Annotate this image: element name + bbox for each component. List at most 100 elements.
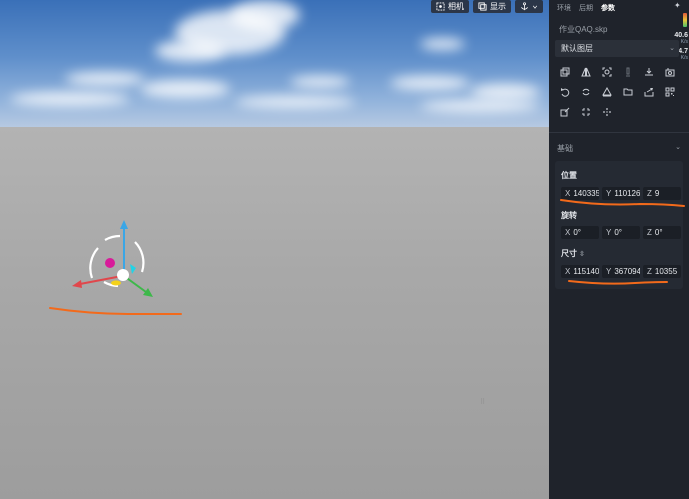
snap-icon [601,86,612,96]
rotation-z-axis-label: Z [647,228,652,237]
edit-icon [560,107,569,116]
rotation-y-field[interactable]: Y 0° [602,226,640,239]
qr-tool-button[interactable] [662,85,677,98]
camera-add-tool-button[interactable] [662,65,677,78]
qr-code-icon [665,87,674,96]
rotation-arc-top [104,234,121,241]
refresh-tool-button[interactable] [578,85,593,98]
mirror-icon [580,67,591,76]
camera-button[interactable]: 相机 [431,0,469,13]
size-label: 尺寸 [561,249,577,258]
position-y-value: 1101265 [614,189,640,198]
position-z-axis-label: Z [647,189,652,198]
position-z-value: 9 [654,189,660,198]
position-y-field[interactable]: Y1101265 [602,187,640,200]
magenta-handle [105,258,115,268]
size-row: X1151408 Y367094 Z10355 [561,265,681,278]
undo-icon [560,87,569,97]
focus-icon [602,67,611,76]
properties-panel: 环境 后期 参数 ✦ 40.6 K/s 4.7 K/s 作业QAQ.skp 默认… [549,0,689,499]
tab-post-processing[interactable]: 后期 [579,3,593,13]
rotation-x-field[interactable]: X 0° [561,226,599,239]
rotation-y-value: 0° [614,228,622,237]
rotation-z-field[interactable]: Z 0° [643,226,681,239]
position-x-value: 140335 [573,189,599,198]
refresh-icon [582,88,589,95]
light-tool-button[interactable] [620,65,635,78]
size-y-value: 367094 [614,267,640,276]
share-tool-button[interactable] [641,85,656,98]
mirror-tool-button[interactable] [578,65,593,78]
rotation-arc-left [89,247,99,279]
size-y-axis-label: Y [606,267,612,276]
panel-tabs: 环境 后期 参数 [549,0,689,13]
size-x-field[interactable]: X1151408 [561,265,599,278]
position-row: X140335 Y1101265 Z9 [561,187,681,200]
rotation-arc-right [134,241,145,273]
anchor-icon [521,2,528,11]
undo-tool-button[interactable] [557,85,572,98]
link-icon[interactable]: ⇳ [579,250,585,258]
stat-top-value: 40.6 [674,32,688,39]
position-z-field[interactable]: Z9 [643,187,681,200]
fit-tool-button[interactable] [578,105,593,118]
chevron-down-icon: ⌄ [669,45,675,52]
ground-icon [644,67,653,75]
particles-icon [602,107,611,116]
chevron-down-icon[interactable]: ⌄ [675,143,681,151]
position-label: 位置 [561,171,577,180]
camera-add-icon [665,67,674,76]
display-button[interactable]: 显示 [473,0,511,13]
folder-icon [623,88,632,95]
ground-tool-button[interactable] [641,65,656,78]
size-x-value: 1151408 [573,267,599,276]
yellow-handle [111,280,121,286]
size-y-field[interactable]: Y 367094 [602,265,640,278]
copy-icon [560,67,569,76]
share-icon [644,87,653,96]
tool-grid [557,65,687,118]
3d-viewport[interactable]: 相机 显示 ⠿ [0,0,549,499]
camera-label: 相机 [448,2,464,11]
rotation-y-axis-label: Y [606,228,612,237]
fit-icon [581,107,590,116]
viewport-toolbar: 相机 显示 [431,0,543,13]
display-label: 显示 [490,2,506,11]
transform-gizmo[interactable] [60,210,190,330]
position-x-field[interactable]: X 140335 [561,187,599,200]
edit-tool-button[interactable] [557,105,572,118]
tab-environment[interactable]: 环境 [557,3,571,13]
anchor-dropdown-button[interactable] [515,0,543,13]
copy-tool-button[interactable] [557,65,572,78]
rotation-x-value: 0° [573,228,581,237]
layer-select-value: 默认图层 [561,44,593,53]
sparkle-icon[interactable]: ✦ [674,1,684,11]
particles-tool-button[interactable] [599,105,614,118]
rotation-z-value: 0° [654,228,663,237]
rotation-row: X 0° Y 0° Z 0° [561,226,681,239]
panel-divider [549,132,689,133]
tab-parameters[interactable]: 参数 [601,3,615,13]
focus-tool-button[interactable] [599,65,614,78]
camera-icon [436,2,445,11]
sky [0,0,549,127]
gizmo-center [117,269,129,281]
size-label-group: 尺寸 ⇳ [561,248,585,259]
file-name: 作业QAQ.skp [559,25,608,34]
display-icon [478,2,487,11]
chevron-down-icon [532,5,538,9]
position-y-axis-label: Y [606,189,612,198]
size-z-axis-label: Z [647,267,652,276]
size-x-axis-label: X [565,267,571,276]
size-z-field[interactable]: Z 10355 [643,265,681,278]
snap-tool-button[interactable] [599,85,614,98]
size-z-value: 10355 [654,267,678,276]
section-title-basic: 基础 [557,144,573,153]
rotation-x-axis-label: X [565,228,571,237]
performance-meter [683,13,687,27]
layer-select[interactable]: 默认图层 ⌄ [555,40,679,57]
rotation-label: 旋转 [561,211,577,220]
transform-card: 位置 X140335 Y1101265 Z9 旋转 X0° Y0° Z0° 尺寸… [555,161,683,289]
position-x-axis-label: X [565,189,571,198]
folder-tool-button[interactable] [620,85,635,98]
